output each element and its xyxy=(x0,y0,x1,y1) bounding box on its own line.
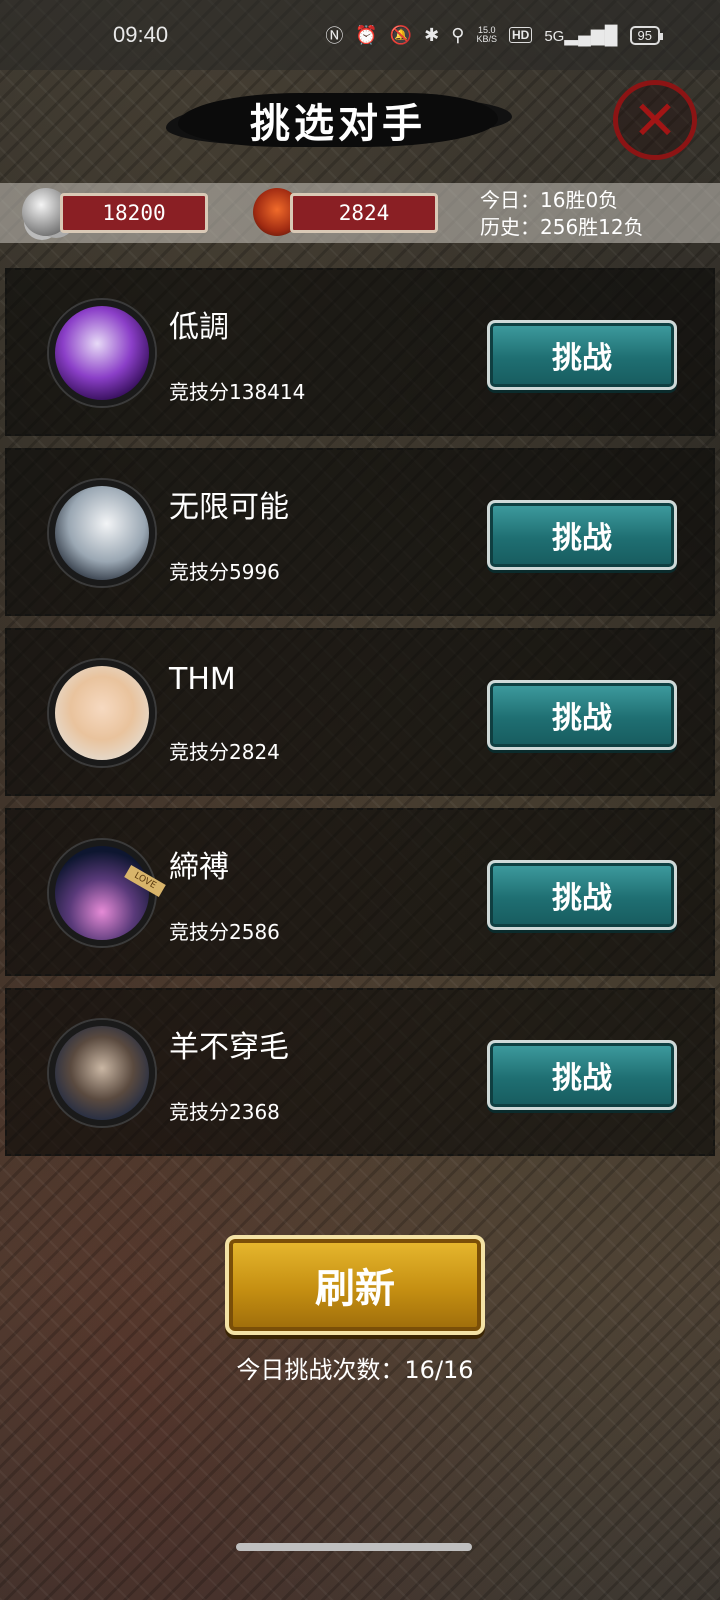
history-record: 历史：256胜12负 xyxy=(480,215,644,239)
home-indicator[interactable] xyxy=(236,1543,472,1551)
challenge-button[interactable]: 挑战 xyxy=(487,680,677,750)
daily-attempts: 今日挑战次数：16/16 xyxy=(236,1356,474,1384)
alarm-icon: ⏰ xyxy=(355,24,378,45)
hd-icon: HD xyxy=(508,27,533,43)
coins-counter: 18200 xyxy=(60,193,208,233)
status-bar: 09:40 Ⓝ ⏰ 🔕 ✱ ⚲ 15.0 KB/S HD 5G▂▄▆█ 95 xyxy=(0,0,720,70)
mute-icon: 🔕 xyxy=(389,24,413,45)
opponent-name: 締禣 xyxy=(169,850,229,885)
today-record: 今日：16胜0负 xyxy=(480,188,619,212)
bluetooth-icon: ✱ xyxy=(424,24,440,45)
page-title: 挑选对手 xyxy=(250,101,426,147)
opponent-name: 低調 xyxy=(169,310,229,345)
opponent-name: THM xyxy=(169,662,236,697)
net-speed: 15.0 KB/S xyxy=(476,26,497,44)
challenge-button[interactable]: 挑战 xyxy=(487,860,677,930)
love-bottle-avatar[interactable]: LOVE xyxy=(49,840,166,946)
baby-avatar[interactable] xyxy=(49,660,155,766)
signal-type: 5G xyxy=(544,27,565,45)
challenge-button[interactable]: 挑战 xyxy=(487,320,677,390)
opponent-card: LOVE 締禣 竞技分2586 挑战 xyxy=(5,808,715,976)
rank-points-counter: 2824 xyxy=(290,193,438,233)
opponent-card: 低調 竞技分138414 挑战 xyxy=(5,268,715,436)
swordsman-avatar[interactable] xyxy=(49,480,155,586)
win-record: 今日：16胜0负 历史：256胜12负 xyxy=(480,187,644,241)
opponent-card: 羊不穿毛 竞技分2368 挑战 xyxy=(5,988,715,1156)
clock: 09:40 xyxy=(113,22,169,47)
opponent-score: 竞技分2368 xyxy=(169,1100,280,1124)
purple-palace-avatar[interactable] xyxy=(49,300,155,406)
nfc-icon: Ⓝ xyxy=(325,26,344,46)
opponent-name: 羊不穿毛 xyxy=(169,1030,289,1065)
opponent-card: 无限可能 竞技分5996 挑战 xyxy=(5,448,715,616)
close-button[interactable]: ✕ xyxy=(613,80,697,160)
challenge-button[interactable]: 挑战 xyxy=(487,1040,677,1110)
opponent-card: THM 竞技分2824 挑战 xyxy=(5,628,715,796)
challenge-button[interactable]: 挑战 xyxy=(487,500,677,570)
location-icon: ⚲ xyxy=(451,24,465,45)
opponent-score: 竞技分138414 xyxy=(169,380,306,404)
avatar-tag: LOVE xyxy=(124,864,166,898)
signal-icon: 5G▂▄▆█ xyxy=(544,24,618,45)
title-banner: 挑选对手 xyxy=(178,85,498,155)
status-icons: Ⓝ ⏰ 🔕 ✱ ⚲ 15.0 KB/S HD 5G▂▄▆█ 95 xyxy=(325,22,664,48)
opponent-score: 竞技分5996 xyxy=(169,560,280,584)
opponent-score: 竞技分2824 xyxy=(169,740,280,764)
net-speed-unit: KB/S xyxy=(476,34,497,44)
refresh-button[interactable]: 刷新 xyxy=(225,1235,485,1335)
selfie-man-avatar[interactable] xyxy=(49,1020,155,1126)
battery-icon: 95 xyxy=(629,25,664,45)
opponent-score: 竞技分2586 xyxy=(169,920,280,944)
close-x-icon: ✕ xyxy=(632,88,678,152)
opponent-name: 无限可能 xyxy=(169,490,289,525)
